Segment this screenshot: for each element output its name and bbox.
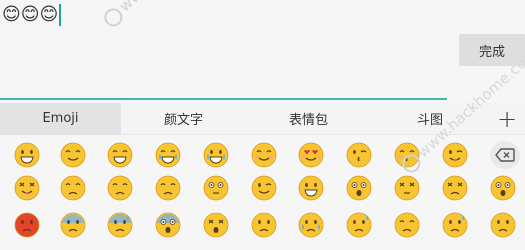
- anxious-sweat-icon: [107, 212, 133, 238]
- tired-face-emoji[interactable]: [203, 212, 229, 238]
- pensive-emoji[interactable]: [155, 175, 181, 201]
- flushed-emoji[interactable]: [203, 175, 229, 201]
- fearful-face-emoji[interactable]: [60, 212, 86, 238]
- screaming-fear-icon: [155, 212, 181, 238]
- tab-sticker-label: 表情包: [288, 113, 328, 128]
- add-tab-button[interactable]: +: [489, 103, 525, 135]
- grimacing-icon: [298, 175, 324, 201]
- tab-emoji-label: Emoji: [42, 111, 79, 126]
- tears-of-joy-emoji[interactable]: [155, 142, 181, 168]
- emoji-grid: [0, 135, 525, 250]
- tears-of-joy-icon: [155, 142, 181, 168]
- astonished-emoji[interactable]: [346, 175, 372, 201]
- backspace-icon: [495, 148, 515, 162]
- weary-face-emoji[interactable]: [251, 212, 277, 238]
- downcast-sweat-icon: [346, 212, 372, 238]
- angry-face-icon: [14, 212, 40, 238]
- winking-tongue-emoji[interactable]: [442, 142, 468, 168]
- dizzy-face-icon: [394, 175, 420, 201]
- tired-face-icon: [203, 212, 229, 238]
- done-button[interactable]: 完成: [459, 34, 525, 66]
- message-input[interactable]: 😊😊😊: [0, 0, 62, 30]
- tab-sticker[interactable]: 表情包: [246, 103, 371, 135]
- input-underline: [0, 98, 447, 100]
- kissing-closed-eyes-emoji[interactable]: [394, 142, 420, 168]
- sleepy-face-emoji[interactable]: [394, 212, 420, 238]
- downcast-sweat-emoji[interactable]: [346, 212, 372, 238]
- tab-kaomoji-label: 颜文字: [163, 113, 203, 128]
- unamused-icon: [107, 175, 133, 201]
- kissing-wink-icon: [346, 142, 372, 168]
- astonished-icon: [346, 175, 372, 201]
- confounded-icon: [442, 175, 468, 201]
- smiling-blushing-icon: [251, 142, 277, 168]
- squinting-tongue-icon: [14, 175, 40, 201]
- tab-gif-label: 斗图: [416, 113, 443, 128]
- backspace-button[interactable]: [490, 141, 520, 169]
- disappointed-emoji[interactable]: [60, 175, 86, 201]
- heart-eyes-emoji[interactable]: [298, 142, 324, 168]
- dizzy-face-emoji[interactable]: [394, 175, 420, 201]
- fearful-face-icon: [60, 212, 86, 238]
- plus-icon: +: [496, 104, 518, 133]
- flushed-icon: [203, 175, 229, 201]
- loudly-crying-emoji[interactable]: [203, 142, 229, 168]
- smiling-face-icon: [60, 142, 86, 168]
- winking-tongue-icon: [442, 142, 468, 168]
- grimacing-emoji[interactable]: [298, 175, 324, 201]
- confounded-emoji[interactable]: [442, 175, 468, 201]
- unamused-emoji[interactable]: [107, 175, 133, 201]
- beaming-face-emoji[interactable]: [107, 142, 133, 168]
- sleepy-face-icon: [394, 212, 420, 238]
- smiling-blushing-emoji[interactable]: [251, 142, 277, 168]
- surprised-emoji[interactable]: [490, 175, 516, 201]
- sweat-face-icon: [442, 212, 468, 238]
- tab-gif[interactable]: 斗图: [371, 103, 489, 135]
- text-cursor: [59, 4, 62, 26]
- weary-face-icon: [251, 212, 277, 238]
- kissing-wink-emoji[interactable]: [346, 142, 372, 168]
- crying-face-emoji[interactable]: [298, 212, 324, 238]
- beaming-face-icon: [107, 142, 133, 168]
- angry-face-emoji[interactable]: [14, 212, 40, 238]
- message-input-text: 😊😊😊: [2, 4, 59, 25]
- kissing-closed-eyes-icon: [394, 142, 420, 168]
- surprised-icon: [490, 175, 516, 201]
- screaming-fear-emoji[interactable]: [155, 212, 181, 238]
- frowning-emoji[interactable]: [490, 212, 516, 238]
- pensive-icon: [155, 175, 181, 201]
- frowning-icon: [490, 212, 516, 238]
- sweat-face-emoji[interactable]: [442, 212, 468, 238]
- squinting-tongue-emoji[interactable]: [14, 175, 40, 201]
- heart-eyes-icon: [298, 142, 324, 168]
- grinning-face-icon: [14, 142, 40, 168]
- disappointed-icon: [60, 175, 86, 201]
- crying-face-icon: [298, 212, 324, 238]
- loudly-crying-icon: [203, 142, 229, 168]
- winking-face-icon: [251, 175, 277, 201]
- anxious-sweat-emoji[interactable]: [107, 212, 133, 238]
- message-input-area[interactable]: 😊😊😊: [0, 0, 525, 102]
- winking-face-emoji[interactable]: [251, 175, 277, 201]
- emoji-tab-bar: Emoji 颜文字 表情包 斗图 +: [0, 102, 525, 135]
- tab-kaomoji[interactable]: 颜文字: [121, 103, 246, 135]
- smiling-face-emoji[interactable]: [60, 142, 86, 168]
- tab-emoji[interactable]: Emoji: [0, 102, 121, 135]
- grinning-face-emoji[interactable]: [14, 142, 40, 168]
